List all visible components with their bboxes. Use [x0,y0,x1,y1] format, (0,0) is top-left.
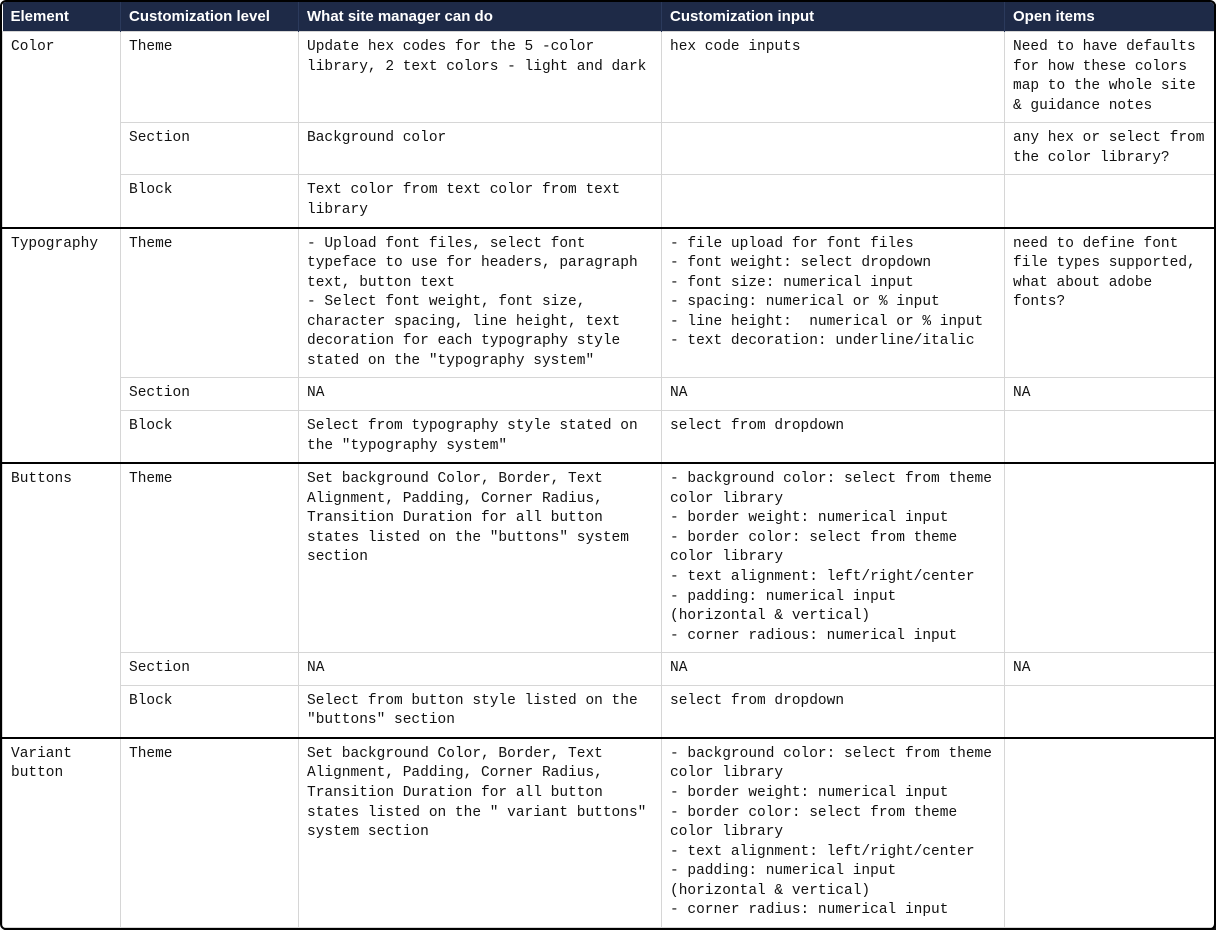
customization-table: Element Customization level What site ma… [2,2,1216,928]
cell-what: Text color from text color from text lib… [299,175,662,228]
cell-input: select from dropdown [662,685,1005,738]
col-what: What site manager can do [299,2,662,32]
cell-level: Theme [121,738,299,928]
cell-level: Block [121,411,299,464]
cell-input [662,175,1005,228]
col-level: Customization level [121,2,299,32]
table-row: SectionBackground color any hex or select… [3,123,1216,175]
table-row: BlockSelect from typography style stated… [3,411,1216,464]
cell-open [1005,738,1216,928]
cell-level: Section [121,653,299,686]
cell-open [1005,411,1216,464]
cell-open: Need to have defaults for how these colo… [1005,32,1216,123]
cell-level: Block [121,175,299,228]
cell-level: Theme [121,228,299,378]
cell-what: Set background Color, Border, Text Align… [299,463,662,653]
cell-level: Section [121,378,299,411]
cell-input: NA [662,653,1005,686]
cell-what: - Upload font files, select font typefac… [299,228,662,378]
table-row: BlockSelect from button style listed on … [3,685,1216,738]
cell-input [662,123,1005,175]
table-row: ColorThemeUpdate hex codes for the 5 -co… [3,32,1216,123]
cell-input: hex code inputs [662,32,1005,123]
table-row: SectionNANANA [3,653,1216,686]
cell-what: Update hex codes for the 5 -color librar… [299,32,662,123]
col-element: Element [3,2,121,32]
cell-what: NA [299,653,662,686]
cell-input: select from dropdown [662,411,1005,464]
cell-open [1005,685,1216,738]
cell-open [1005,463,1216,653]
cell-level: Block [121,685,299,738]
cell-level: Section [121,123,299,175]
col-input: Customization input [662,2,1005,32]
cell-what: NA [299,378,662,411]
cell-open: NA [1005,378,1216,411]
table-row: ButtonsThemeSet background Color, Border… [3,463,1216,653]
table-row: Variant buttonThemeSet background Color,… [3,738,1216,928]
cell-what: Set background Color, Border, Text Align… [299,738,662,928]
cell-what: Select from button style listed on the "… [299,685,662,738]
cell-element: Buttons [3,463,121,738]
cell-open [1005,175,1216,228]
cell-level: Theme [121,32,299,123]
cell-what: Background color [299,123,662,175]
table-row: TypographyTheme- Upload font files, sele… [3,228,1216,378]
table-header: Element Customization level What site ma… [3,2,1216,32]
cell-input: - file upload for font files - font weig… [662,228,1005,378]
cell-element: Variant button [3,738,121,928]
cell-open: NA [1005,653,1216,686]
cell-open: any hex or select from the color library… [1005,123,1216,175]
cell-open: need to define font file types supported… [1005,228,1216,378]
customization-table-wrap: Element Customization level What site ma… [0,0,1216,930]
table-row: SectionNANANA [3,378,1216,411]
col-open: Open items [1005,2,1216,32]
cell-input: - background color: select from theme co… [662,463,1005,653]
cell-element: Typography [3,228,121,464]
cell-level: Theme [121,463,299,653]
table-body: ColorThemeUpdate hex codes for the 5 -co… [3,32,1216,928]
cell-what: Select from typography style stated on t… [299,411,662,464]
cell-input: NA [662,378,1005,411]
cell-element: Color [3,32,121,228]
cell-input: - background color: select from theme co… [662,738,1005,928]
table-row: BlockText color from text color from tex… [3,175,1216,228]
